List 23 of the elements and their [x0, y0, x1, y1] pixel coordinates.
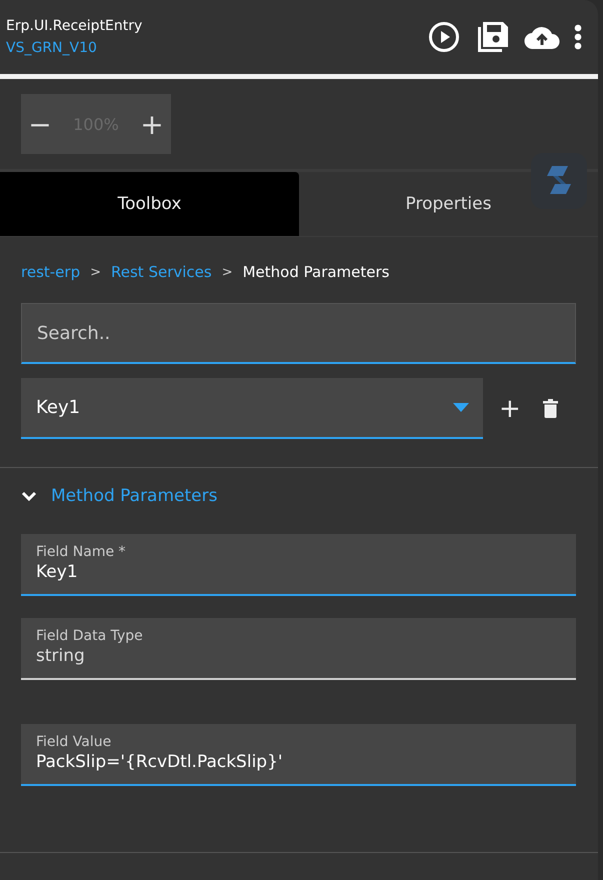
logo-icon[interactable]: [531, 153, 587, 209]
tab[interactable]: Properties: [299, 172, 598, 236]
text-field[interactable]: Field Value PackSlip='{RcvDtl.PackSlip}': [21, 724, 576, 786]
delete-icon[interactable]: [542, 399, 558, 418]
breadcrumb-current: Method Parameters: [242, 263, 390, 281]
add-button[interactable]: +: [499, 394, 521, 424]
play-icon[interactable]: [428, 21, 460, 53]
breadcrumb-separator: >: [222, 264, 233, 280]
chevron-down-icon[interactable]: [21, 491, 37, 501]
zoom-out-button[interactable]: −: [25, 108, 55, 140]
breadcrumb-separator: >: [90, 264, 101, 280]
breadcrumb-link[interactable]: rest-erp: [21, 263, 80, 281]
zoom-in-button[interactable]: +: [137, 108, 167, 140]
key-dropdown[interactable]: Key1: [21, 378, 483, 439]
window-subtitle: VS_GRN_V10: [6, 40, 98, 56]
window-title: Erp.UI.ReceiptEntry: [6, 18, 144, 34]
breadcrumb-link[interactable]: Rest Services: [111, 263, 212, 281]
more-icon[interactable]: [574, 24, 582, 50]
search-field[interactable]: Search..: [21, 303, 576, 364]
tab[interactable]: Toolbox: [0, 172, 299, 236]
dropdown-caret-icon: [453, 403, 469, 412]
section-title[interactable]: Method Parameters: [51, 486, 218, 506]
text-field[interactable]: Field Name * Key1: [21, 534, 576, 596]
